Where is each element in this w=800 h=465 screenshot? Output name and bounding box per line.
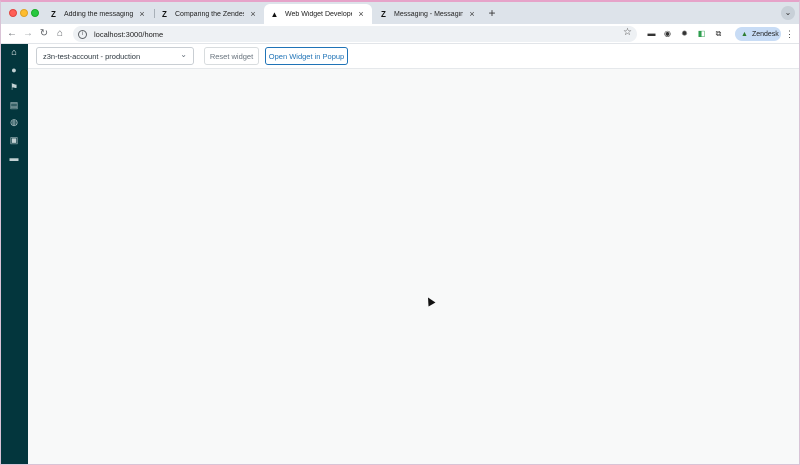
profile-avatar-icon: ▲ [741,30,748,38]
browser-tab-active[interactable]: ▲ Web Widget Developer Dashb × [264,4,372,24]
back-arrow-icon[interactable]: ← [5,27,19,41]
chat-icon[interactable]: ▬ [7,151,21,165]
extension-icon[interactable]: ◉ [662,28,673,39]
reload-icon[interactable]: ↻ [37,27,51,41]
forward-arrow-icon[interactable]: → [21,27,35,41]
extension-icon[interactable]: ✹ [679,28,690,39]
extensions-puzzle-icon[interactable]: ⧉ [713,28,724,39]
app-header: z3n-test-account - production ⌄ Reset wi… [28,44,799,69]
maximize-window-button[interactable] [31,9,39,17]
tab-close-icon[interactable]: × [467,9,477,19]
tab-search-button[interactable]: ⌄ [781,6,795,20]
site-info-icon[interactable]: i [78,29,87,39]
profile-button[interactable]: ▲ Zendesk [735,27,781,41]
open-widget-popup-button[interactable]: Open Widget in Popup [265,47,348,65]
flag-icon[interactable]: ⚑ [7,80,21,94]
close-window-button[interactable] [9,9,17,17]
user-icon[interactable]: ● [7,63,21,77]
chevron-down-icon: ⌄ [180,50,187,59]
url-text: localhost:3000/home [94,29,164,39]
extension-icon[interactable]: ▬ [646,28,657,39]
zendesk-logo-icon: Z [51,9,56,19]
browser-toolbar: ← → ↻ ⌂ i localhost:3000/home ☆ ▬ ◉ ✹ ◧ … [1,24,799,44]
mouse-cursor-icon [424,295,436,307]
new-tab-button[interactable]: + [485,6,499,20]
tab-strip: Z Adding the messaging Web W × Z Compari… [1,2,799,24]
globe-icon[interactable]: ◍ [7,115,21,129]
main-content [28,69,799,464]
tab-close-icon[interactable]: × [248,9,258,19]
zendesk-logo-icon: Z [381,9,386,19]
browser-tab[interactable]: Z Messaging - Messaging and × [373,4,483,24]
account-select-value: z3n-test-account - production [43,51,141,61]
triangle-logo-icon: ▲ [270,9,279,19]
home-icon[interactable]: ⌂ [7,45,21,59]
zendesk-logo-icon: Z [162,9,167,19]
bookmark-star-icon[interactable]: ☆ [623,27,632,38]
browser-menu-icon[interactable]: ⋮ [785,28,794,40]
minimize-window-button[interactable] [20,9,28,17]
address-bar[interactable]: i localhost:3000/home ☆ [73,26,637,42]
app-sidebar: ⌂ ● ⚑ ▤ ◍ ▣ ▬ [1,44,28,464]
book-icon[interactable]: ▤ [7,98,21,112]
account-select[interactable]: z3n-test-account - production ⌄ [36,47,194,65]
tab-close-icon[interactable]: × [356,9,366,19]
tab-close-icon[interactable]: × [137,9,147,19]
reset-widget-button[interactable]: Reset widget [204,47,259,65]
lock-icon[interactable]: ▣ [7,133,21,147]
home-button-icon[interactable]: ⌂ [53,27,67,41]
extension-icon[interactable]: ◧ [696,28,707,39]
browser-tab[interactable]: Z Adding the messaging Web W × [43,4,153,24]
browser-tab[interactable]: Z Comparing the Zendesk Web × [154,4,264,24]
browser-window: Z Adding the messaging Web W × Z Compari… [0,0,800,465]
